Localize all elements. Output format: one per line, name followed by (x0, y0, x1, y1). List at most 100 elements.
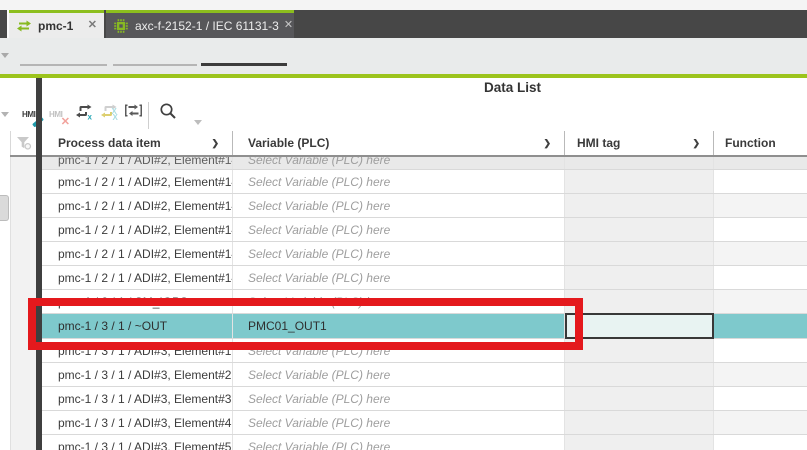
cell-function[interactable] (714, 339, 807, 362)
column-header-hmi-tag[interactable]: HMI tag ❯ (565, 131, 714, 155)
cell-variable-plc[interactable]: Select Variable (PLC) here (233, 290, 565, 313)
filter-header-cell[interactable] (10, 131, 38, 155)
cell-function[interactable] (714, 266, 807, 289)
cell-variable-plc[interactable]: PMC01_OUT1 (233, 314, 565, 338)
cell-hmi-tag[interactable] (565, 242, 714, 265)
cell-process-data-item[interactable]: pmc-1 / 3 / 1 / ADI#3, Element#5 (42, 435, 233, 450)
placeholder-text: Select Variable (PLC) here (248, 295, 390, 309)
cell-process-data-item[interactable]: pmc-1 / 3 / 1 / ADI#3, Element#3 (42, 387, 233, 410)
cell-process-data-item[interactable]: pmc-1 / 2 / 1 / SM_IOPS (42, 290, 233, 313)
overflow-caret-icon[interactable] (1, 53, 9, 58)
cell-function[interactable] (714, 242, 807, 265)
cell-variable-plc[interactable]: Select Variable (PLC) here (233, 170, 565, 193)
cell-function[interactable] (714, 170, 807, 193)
cell-process-data-item[interactable]: pmc-1 / 2 / 1 / ADI#2, Element#144 (42, 242, 233, 265)
cell-hmi-tag[interactable] (565, 170, 714, 193)
cell-hmi-tag[interactable] (565, 266, 714, 289)
cell-hmi-tag[interactable] (565, 339, 714, 362)
cell-function[interactable] (714, 411, 807, 434)
column-filter-icon[interactable]: ❯ (543, 138, 551, 149)
cell-variable-plc[interactable]: Select Variable (PLC) here (233, 157, 565, 169)
cell-process-data-item[interactable]: pmc-1 / 3 / 1 / ~OUT (42, 314, 233, 338)
tab-axc-f-2152-1[interactable]: axc-f-2152-1 / IEC 61131-3 ✕ (106, 10, 294, 38)
exchange-delete-button[interactable]: x (75, 104, 97, 128)
cell-process-data-item[interactable]: pmc-1 / 2 / 1 / ADI#2, Element#141 (42, 170, 233, 193)
table-row[interactable]: pmc-1 / 3 / 1 / ~OUTPMC01_OUT1 (42, 314, 807, 339)
cell-hmi-tag[interactable] (565, 194, 714, 217)
table-row[interactable]: pmc-1 / 3 / 1 / ADI#3, Element#1 Select V… (42, 339, 807, 363)
cell-variable-plc[interactable]: Select Variable (PLC) here (233, 218, 565, 241)
panel-splitter-bar[interactable] (36, 78, 42, 450)
hmi-remove-button[interactable]: HMI✕ (49, 104, 71, 128)
left-scroll-caret-icon[interactable] (1, 112, 9, 117)
search-options-caret-icon[interactable] (194, 120, 202, 125)
cell-variable-plc[interactable]: Select Variable (PLC) here (233, 242, 565, 265)
cell-hmi-tag[interactable] (565, 435, 714, 450)
placeholder-text: Select Variable (PLC) here (248, 368, 390, 382)
exchange-delete-alt-button[interactable]: X X (100, 104, 122, 128)
cell-function[interactable] (714, 435, 807, 450)
cell-process-data-item[interactable]: pmc-1 / 2 / 1 / ADI#2, Element#145 (42, 266, 233, 289)
placeholder-text: Select Variable (PLC) here (248, 440, 390, 450)
cell-variable-plc[interactable]: Select Variable (PLC) here (233, 266, 565, 289)
cell-process-data-item[interactable]: pmc-1 / 2 / 1 / ADI#2, Element#143 (42, 218, 233, 241)
cell-process-data-item[interactable]: pmc-1 / 2 / 1 / ADI#2, Element#140 (42, 157, 233, 169)
search-button[interactable] (159, 102, 181, 126)
cell-hmi-tag[interactable] (565, 218, 714, 241)
table-row[interactable]: pmc-1 / 2 / 1 / ADI#2, Element#142Select… (42, 194, 807, 218)
cell-function[interactable] (714, 194, 807, 217)
cell-hmi-tag[interactable] (565, 363, 714, 386)
cell-function[interactable] (714, 387, 807, 410)
column-header-variable-plc[interactable]: Variable (PLC) ❯ (233, 131, 565, 155)
table-row[interactable]: pmc-1 / 2 / 1 / SM_IOPS Select Variable (… (42, 290, 807, 314)
cell-hmi-tag[interactable] (565, 290, 714, 313)
table-row[interactable]: pmc-1 / 3 / 1 / ADI#3, Element#3Select V… (42, 387, 807, 411)
cell-text: pmc-1 / 3 / 1 / ADI#3, Element#5 (58, 440, 231, 450)
svg-text:x: x (88, 113, 93, 122)
cell-process-data-item[interactable]: pmc-1 / 3 / 1 / ADI#3, Element#1 (42, 339, 233, 362)
placeholder-text: Select Variable (PLC) here (248, 223, 390, 237)
cell-process-data-item[interactable]: pmc-1 / 3 / 1 / ADI#3, Element#4 (42, 411, 233, 434)
table-row[interactable]: pmc-1 / 2 / 1 / ADI#2, Element#141Select… (42, 170, 807, 194)
app-window: pmc-1 ✕ axc-f-2152-1 / IEC 61131-3 ✕ (0, 0, 807, 450)
cell-function[interactable] (714, 363, 807, 386)
column-header-function[interactable]: Function (714, 131, 807, 155)
placeholder-text: Select Variable (PLC) here (248, 344, 390, 358)
tab-pmc-1[interactable]: pmc-1 ✕ (9, 10, 104, 38)
table-row[interactable]: pmc-1 / 2 / 1 / ADI#2, Element#145Select… (42, 266, 807, 290)
cell-hmi-tag[interactable] (565, 157, 714, 169)
cell-function[interactable] (714, 314, 807, 338)
close-icon[interactable]: ✕ (83, 20, 97, 31)
transfer-button[interactable] (124, 104, 146, 128)
column-filter-icon[interactable]: ❯ (692, 138, 700, 149)
collapsed-panel-handle[interactable] (0, 195, 9, 221)
cell-variable-plc[interactable]: Select Variable (PLC) here (233, 411, 565, 434)
cell-hmi-tag-focused[interactable] (565, 313, 714, 339)
cell-variable-plc[interactable]: Select Variable (PLC) here (233, 435, 565, 450)
row-selector-gutter[interactable] (10, 157, 37, 450)
cell-variable-plc[interactable]: Select Variable (PLC) here (233, 194, 565, 217)
exchange-delete-disabled-icon: X X (100, 104, 122, 121)
table-row[interactable]: pmc-1 / 3 / 1 / ADI#3, Element#5 Select V… (42, 435, 807, 450)
table-row[interactable]: pmc-1 / 2 / 1 / ADI#2, Element#143 Select… (42, 218, 807, 242)
cell-hmi-tag[interactable] (565, 387, 714, 410)
cell-hmi-tag[interactable] (565, 411, 714, 434)
table-row[interactable]: pmc-1 / 3 / 1 / ADI#3, Element#2 Select V… (42, 363, 807, 387)
cell-process-data-item[interactable]: pmc-1 / 3 / 1 / ADI#3, Element#2 (42, 363, 233, 386)
tab-label: pmc-1 (38, 19, 73, 33)
cell-function[interactable] (714, 157, 807, 169)
cell-text: pmc-1 / 2 / 1 / SM_IOPS (58, 295, 188, 309)
cell-function[interactable] (714, 290, 807, 313)
table-row[interactable]: pmc-1 / 2 / 1 / ADI#2, Element#144Select… (42, 242, 807, 266)
cell-function[interactable] (714, 218, 807, 241)
cell-text: pmc-1 / 2 / 1 / ADI#2, Element#142 (58, 199, 233, 213)
cell-variable-plc[interactable]: Select Variable (PLC) here (233, 387, 565, 410)
table-row[interactable]: pmc-1 / 3 / 1 / ADI#3, Element#4Select V… (42, 411, 807, 435)
cell-process-data-item[interactable]: pmc-1 / 2 / 1 / ADI#2, Element#142 (42, 194, 233, 217)
cell-variable-plc[interactable]: Select Variable (PLC) here (233, 339, 565, 362)
column-filter-icon[interactable]: ❯ (211, 138, 219, 149)
cell-variable-plc[interactable]: Select Variable (PLC) here (233, 363, 565, 386)
table-row[interactable]: pmc-1 / 2 / 1 / ADI#2, Element#140Select… (42, 157, 807, 170)
column-header-process-data-item[interactable]: Process data item ❯ (42, 131, 233, 155)
close-icon[interactable]: ✕ (279, 20, 293, 31)
